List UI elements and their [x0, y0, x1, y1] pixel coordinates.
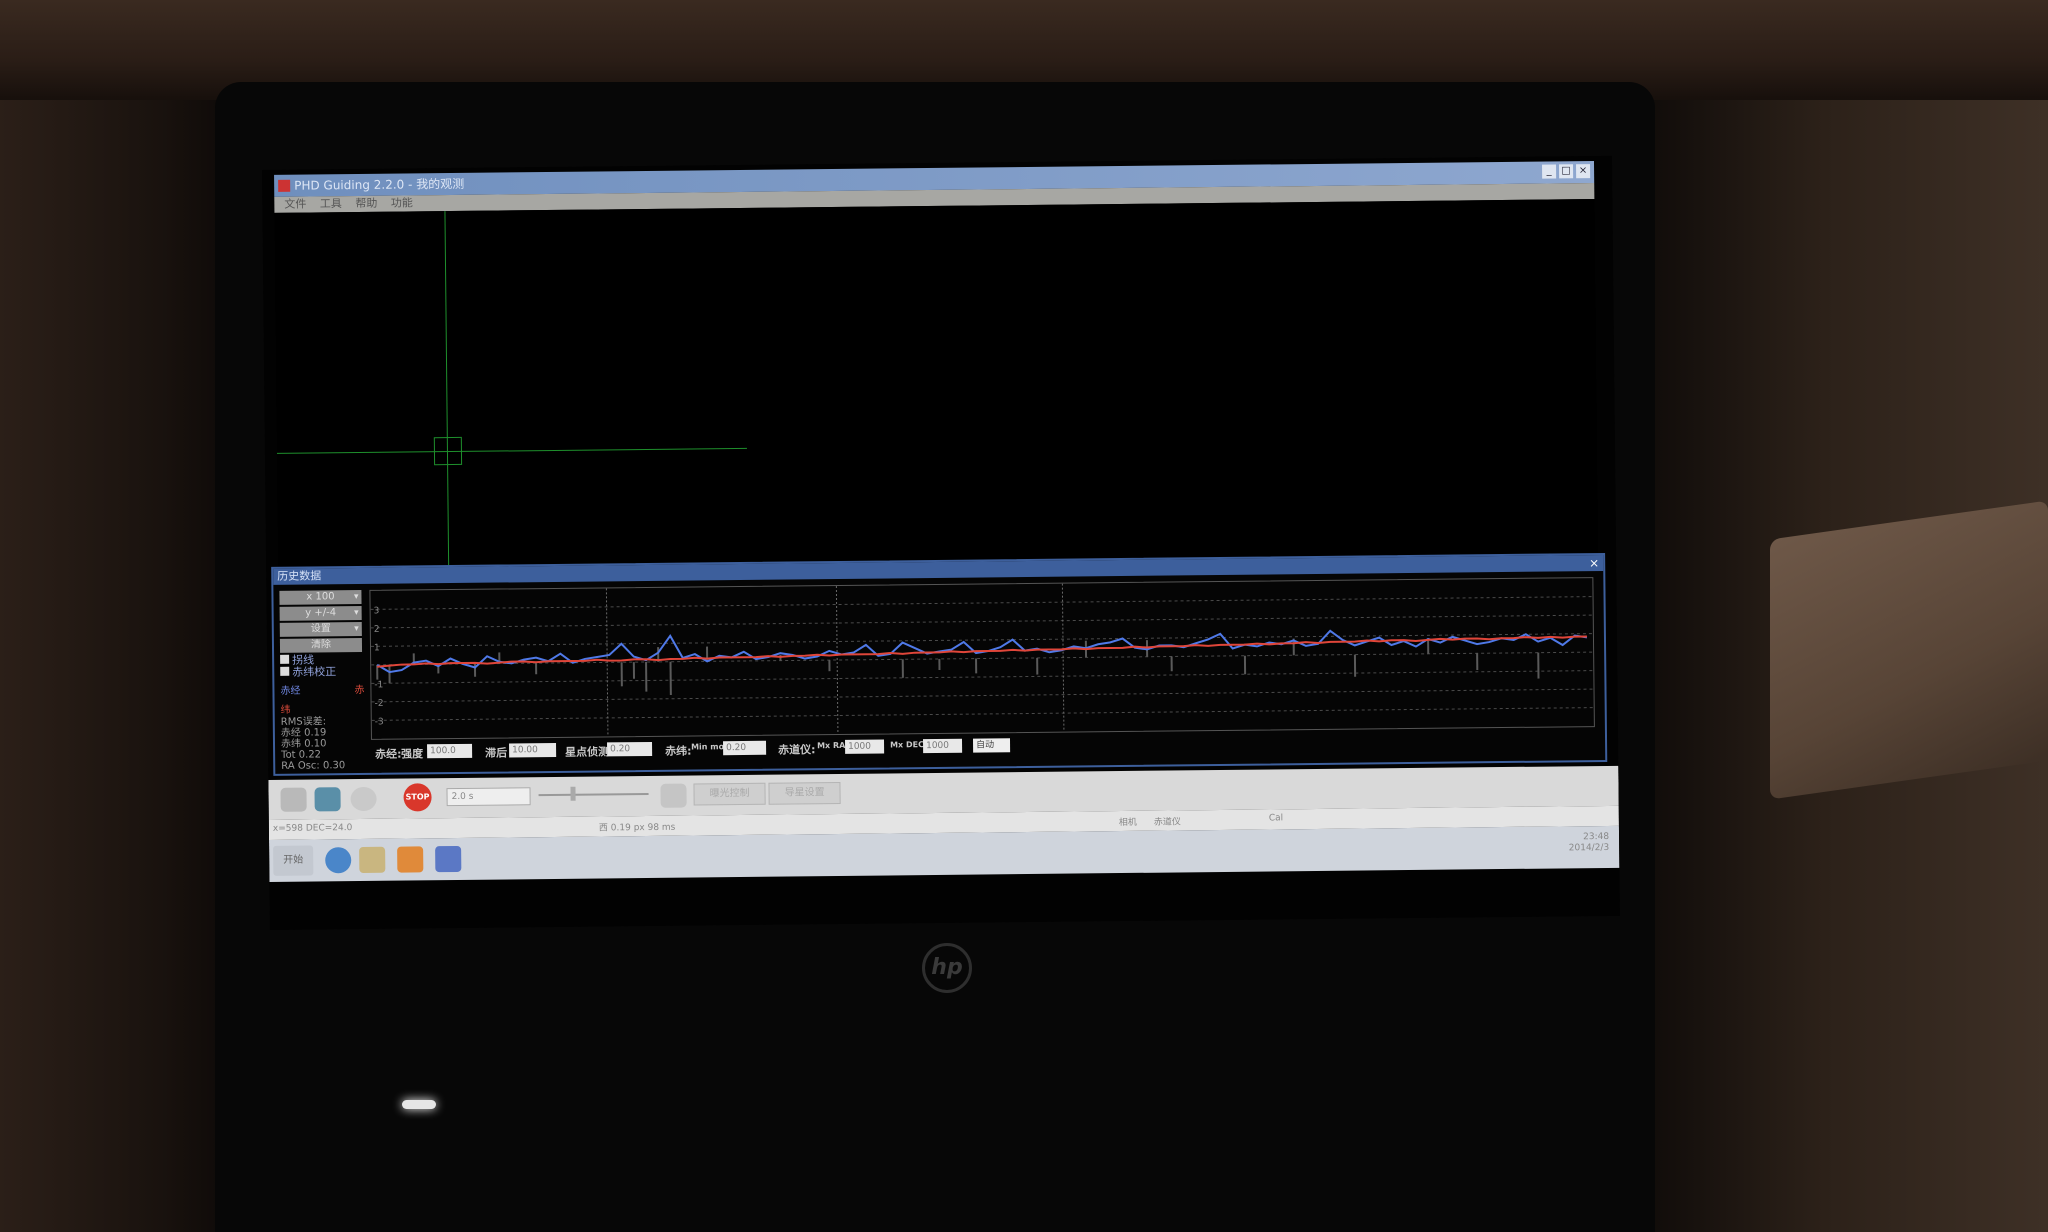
crosshair-vertical: [444, 211, 450, 567]
history-window: 历史数据 × x 100 y +/-4 设置 清除 拐线 赤纬校正 赤经赤纬 R…: [271, 552, 1608, 776]
menu-tools[interactable]: 工具: [320, 197, 342, 210]
aggr-field[interactable]: 100.0: [427, 743, 473, 759]
clear-button[interactable]: 清除: [279, 637, 363, 653]
chart-y-tick-label: 3: [374, 606, 380, 616]
exposure-select[interactable]: 2.0 s: [446, 787, 531, 807]
menu-function[interactable]: 功能: [391, 196, 413, 209]
menu-file[interactable]: 文件: [284, 198, 306, 211]
settings-button[interactable]: 设置: [279, 621, 362, 637]
power-led: [402, 1100, 436, 1109]
x-scale-button[interactable]: x 100: [279, 589, 362, 605]
chart-y-tick-label: -3: [375, 717, 384, 727]
gamma-slider-track[interactable]: [538, 792, 649, 797]
dec-correct-label: 赤纬校正: [292, 665, 337, 679]
status-cal: Cal: [1268, 813, 1284, 824]
star-label: 星点侦测: [565, 745, 610, 759]
loop-icon[interactable]: [350, 786, 377, 812]
min-mo-field[interactable]: 0.20: [723, 740, 767, 756]
chart-y-tick-label: -2: [375, 699, 384, 709]
camera-viewport[interactable]: [274, 199, 1599, 568]
hyst-field[interactable]: 10.00: [509, 742, 557, 758]
max-ra-field[interactable]: 1000: [845, 739, 885, 754]
history-chart-svg: 3 2 1 -1 -2 -3: [370, 583, 1594, 737]
status-left: x=598 DEC=24.0: [272, 823, 353, 834]
status-center: 西 0.19 px 98 ms: [598, 822, 676, 834]
mount-label: 赤道仪:: [778, 743, 816, 757]
history-title: 历史数据: [277, 569, 322, 583]
gamma-slider-thumb[interactable]: [570, 786, 576, 801]
exposure-control-button[interactable]: 曝光控制: [693, 782, 766, 806]
app-icon: [278, 179, 291, 192]
chart-gridline-v: [835, 586, 839, 735]
telescope-icon[interactable]: [314, 787, 341, 812]
checkbox-icon: [280, 654, 290, 664]
aggr-label: 强度: [401, 747, 424, 761]
chart-gridline-h: [371, 707, 1594, 721]
system-tray[interactable]: 23:48 2014/2/3: [1569, 832, 1610, 854]
hyst-label: 滞后: [485, 746, 508, 760]
star-field[interactable]: 0.20: [607, 741, 653, 757]
maximize-icon[interactable]: □: [1559, 164, 1574, 179]
guide-star-box: [433, 436, 463, 466]
folder-icon[interactable]: [359, 846, 386, 874]
crosshair-horizontal: [276, 447, 747, 454]
ie-icon[interactable]: [325, 847, 352, 874]
dec-label: 赤纬:: [665, 744, 692, 758]
background-left: [0, 100, 230, 1232]
dec-mode-select[interactable]: 自动: [972, 738, 1011, 753]
y-scale-button[interactable]: y +/-4: [279, 605, 362, 621]
close-icon[interactable]: ×: [1576, 164, 1591, 179]
chart-gridline-h: [371, 688, 1594, 703]
minimize-icon[interactable]: _: [1542, 164, 1557, 179]
status-camera: 相机: [1118, 817, 1137, 829]
min-mo-label: Min mo: [691, 742, 725, 752]
chart-y-tick-label: 2: [374, 625, 380, 635]
start-button[interactable]: 开始: [273, 845, 314, 876]
history-left-panel: x 100 y +/-4 设置 清除 拐线 赤纬校正 赤经赤纬 RMS误差: 赤…: [279, 589, 371, 772]
status-mount: 赤道仪: [1153, 817, 1181, 828]
max-ra-label: Mx RA: [817, 740, 846, 751]
chart-gridline-h: [370, 596, 1593, 610]
hp-logo: hp: [922, 943, 972, 993]
window-controls: _ □ ×: [1542, 164, 1591, 179]
window-title: PHD Guiding 2.2.0 - 我的观测: [294, 176, 465, 193]
history-chart: 3 2 1 -1 -2 -3: [369, 577, 1595, 740]
rms-ra-osc: RA Osc: 0.30: [281, 760, 346, 772]
brain-icon[interactable]: [660, 783, 687, 808]
camera-icon[interactable]: [280, 787, 307, 812]
tray-time: 23:48: [1583, 831, 1610, 843]
background-box: [1770, 500, 2048, 800]
media-player-icon[interactable]: [397, 846, 424, 873]
max-dec-field[interactable]: 1000: [922, 738, 963, 754]
phd-guiding-taskbar-icon[interactable]: [435, 845, 462, 873]
chart-series-dec: [377, 635, 1587, 668]
chart-series-ra: [376, 629, 1588, 674]
max-dec-label: Mx DEC: [890, 740, 924, 750]
chart-y-tick-label: -1: [374, 680, 383, 690]
legend-ra: 赤经: [280, 685, 301, 697]
chart-y-tick-label: 1: [374, 643, 380, 653]
history-close-icon[interactable]: ×: [1589, 555, 1599, 571]
ra-label: 赤经:: [375, 747, 402, 761]
dec-correct-checkbox[interactable]: 赤纬校正: [280, 665, 370, 679]
guide-settings-button[interactable]: 导星设置: [768, 781, 841, 805]
chart-gridline-h: [370, 614, 1593, 629]
checkbox-icon: [280, 666, 290, 676]
menu-help[interactable]: 帮助: [355, 197, 377, 210]
laptop-screen: PHD Guiding 2.2.0 - 我的观测 _ □ × 文件 工具 帮助 …: [262, 155, 1620, 930]
chart-gridline-h: [371, 670, 1594, 684]
tray-date: 2014/2/3: [1568, 842, 1610, 854]
stop-button[interactable]: STOP: [403, 783, 432, 812]
